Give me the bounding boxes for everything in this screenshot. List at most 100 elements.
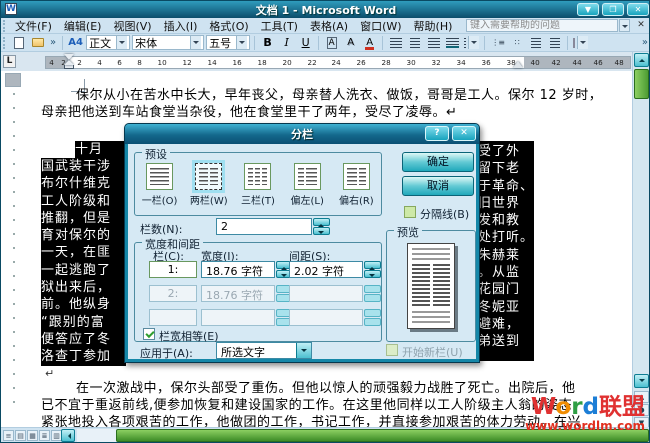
paragraph-line: 母亲把他送到车站食堂当杂役，他在食堂里干了两年，受尽了凌辱。↵ (41, 105, 458, 120)
help-dropdown-icon[interactable] (619, 19, 630, 32)
restore-button[interactable]: ❐ (602, 3, 624, 16)
distribute-button[interactable] (444, 35, 461, 50)
line-spacing-button[interactable] (463, 35, 480, 50)
selected-line: 朱赫莱 (478, 247, 521, 263)
help-question-input[interactable]: 键入需要帮助的问题 (466, 19, 618, 32)
toolbar-separator (318, 35, 320, 50)
preset-left[interactable]: 偏左(L) (285, 163, 329, 207)
font-color-button[interactable]: A (361, 35, 378, 50)
preview-lines (412, 248, 450, 261)
equal-width-checkbox[interactable] (143, 328, 155, 340)
vertical-scrollbar[interactable]: ▲ ● ▼ (632, 52, 649, 429)
open-button[interactable] (29, 35, 46, 50)
dialog-close-button[interactable]: ✕ (452, 126, 476, 141)
numbering-button[interactable]: ⋮≡ (489, 35, 506, 50)
apply-to-select[interactable]: 所选文字 (216, 342, 312, 359)
vertical-scrollbar-thumb[interactable] (634, 69, 649, 99)
ruler-number: 24 (331, 58, 342, 67)
ruler-number: 8 (137, 58, 142, 67)
increase-indent-button[interactable] (546, 35, 563, 50)
menu-item-edit[interactable]: 编辑(E) (58, 18, 108, 34)
watermark-letter: o (555, 394, 572, 420)
outline-view-button[interactable]: ≣ (39, 430, 50, 441)
spinner-down-button[interactable] (364, 270, 381, 278)
columns-count-stepper[interactable] (313, 218, 330, 235)
menu-item-file[interactable]: 文件(F) (9, 18, 58, 34)
normal-view-button[interactable]: ≡ (3, 430, 14, 441)
dialog-title-bar[interactable]: 分栏 ? ✕ (125, 124, 479, 144)
right-indent-marker[interactable] (513, 61, 523, 68)
bullets-button[interactable]: ∷ (508, 35, 525, 50)
start-new-column-checkbox (386, 344, 398, 356)
chevron-down-icon[interactable] (296, 343, 311, 358)
cancel-button[interactable]: 取消 (402, 176, 474, 196)
spinner-disabled (364, 318, 381, 326)
title-bar: W 文档 1 - Microsoft Word ▼ ❐ ✕ (1, 1, 649, 18)
minimize-button[interactable]: ▼ (577, 3, 599, 16)
selected-line: 花园门 (478, 282, 521, 298)
character-border-button[interactable]: A (323, 35, 340, 50)
spacing-stepper-1[interactable] (364, 261, 381, 278)
scroll-down-button[interactable] (634, 374, 649, 388)
menu-item-tools[interactable]: 工具(T) (255, 18, 304, 34)
scroll-left-button[interactable] (61, 429, 75, 442)
line-between-checkbox[interactable] (404, 206, 416, 218)
preset-one-column[interactable]: 一栏(O) (138, 163, 182, 207)
width-input-1[interactable]: 18.76 字符 (201, 261, 275, 278)
spinner-down-button[interactable] (313, 227, 330, 235)
ruler-right-margin: 40 42 44 46 48 (524, 57, 630, 68)
menu-item-format[interactable]: 格式(O) (203, 18, 254, 34)
left-indent-marker[interactable] (64, 65, 74, 69)
spacing-input-1[interactable]: 2.02 字符 (289, 261, 363, 278)
hanging-indent-marker[interactable] (64, 60, 74, 65)
align-center-button[interactable] (406, 35, 423, 50)
preset-three-columns[interactable]: 三栏(T) (236, 163, 280, 207)
preview-column (412, 264, 430, 308)
print-layout-view-button[interactable]: ▦ (27, 430, 38, 441)
align-left-button[interactable] (387, 35, 404, 50)
highlight-button[interactable] (572, 35, 589, 50)
italic-button[interactable]: I (278, 35, 295, 50)
character-shading-button[interactable]: A (342, 35, 359, 50)
tab-selector-button[interactable]: L (3, 55, 16, 68)
preset-two-columns[interactable]: 两栏(W) (187, 160, 231, 207)
dialog-help-button[interactable]: ? (425, 126, 449, 141)
style-select[interactable]: 正文 (86, 35, 131, 50)
menu-item-view[interactable]: 视图(V) (107, 18, 157, 34)
font-value: 宋体 (135, 36, 158, 50)
toolbar-overflow-button[interactable]: » (47, 37, 59, 48)
scroll-up-button[interactable] (634, 53, 649, 67)
underline-button[interactable]: U (297, 35, 314, 50)
font-select[interactable]: 宋体 (132, 35, 205, 50)
ruler-number: 6 (117, 58, 122, 67)
indent-marker[interactable] (64, 54, 74, 70)
preview-page (407, 243, 455, 329)
selected-line: 工人阶级和 (41, 193, 112, 209)
align-right-button[interactable] (425, 35, 442, 50)
toolbar-drag-handle[interactable] (3, 36, 7, 49)
preset-label: 两栏(W) (189, 196, 228, 207)
spinner-up-button[interactable] (364, 261, 381, 270)
styles-formatting-button[interactable]: A4 (67, 35, 84, 50)
menu-item-insert[interactable]: 插入(I) (158, 18, 204, 34)
preset-right[interactable]: 偏右(R) (334, 163, 378, 207)
menubar-drag-handle[interactable] (3, 19, 7, 32)
menubar-close-icon[interactable]: ✕ (634, 19, 648, 32)
columns-count-input[interactable]: 2 (216, 218, 312, 235)
menu-item-table[interactable]: 表格(A) (304, 18, 354, 34)
watermark: Word联盟 www.wordlm.com (525, 394, 645, 433)
web-layout-view-button[interactable]: ▤ (15, 430, 26, 441)
font-size-select[interactable]: 五号 (206, 35, 251, 50)
decrease-indent-button[interactable] (527, 35, 544, 50)
ok-button[interactable]: 确定 (402, 152, 474, 172)
bold-button[interactable]: B (259, 35, 276, 50)
new-document-button[interactable] (10, 35, 27, 50)
menu-item-help[interactable]: 帮助(H) (408, 18, 459, 34)
menu-item-window[interactable]: 窗口(W) (354, 18, 407, 34)
chevron-down-icon (116, 36, 128, 49)
ruler-number: 36 (481, 58, 491, 67)
toolbar-overflow-button[interactable]: » (639, 37, 649, 48)
ruler-number: 32 (431, 58, 441, 67)
spinner-up-button[interactable] (313, 218, 330, 227)
close-button[interactable]: ✕ (627, 3, 649, 16)
